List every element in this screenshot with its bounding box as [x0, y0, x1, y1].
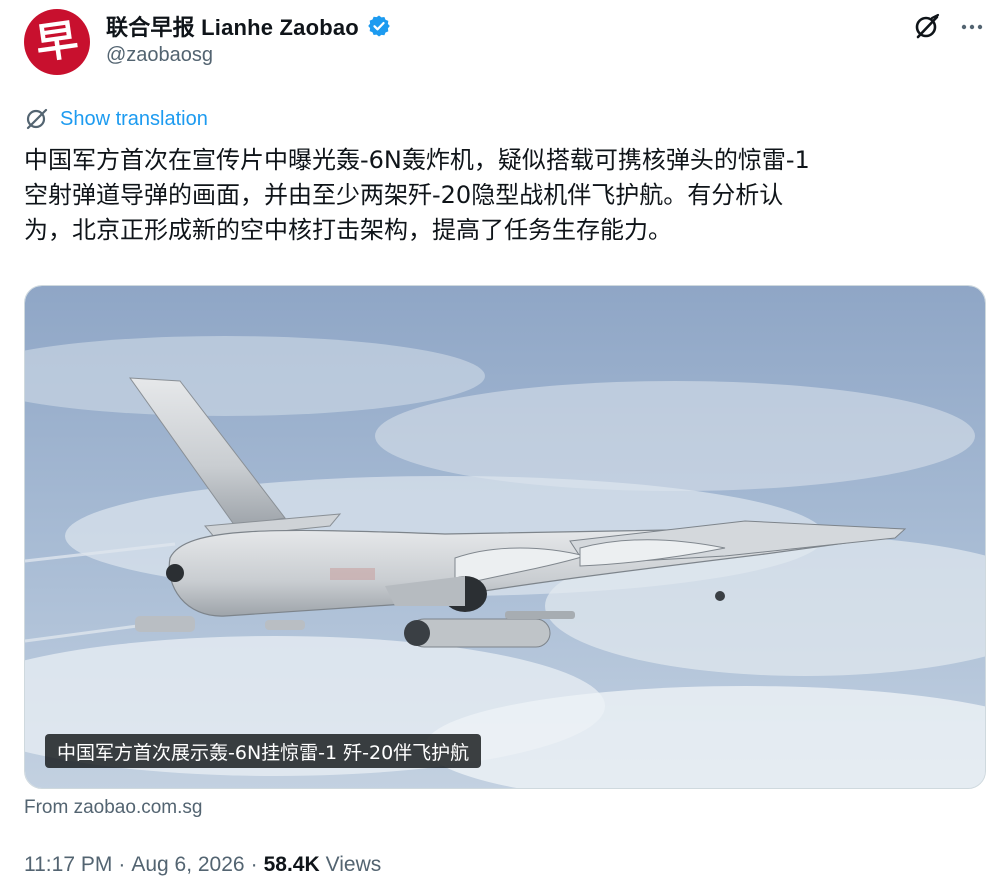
show-translation-link[interactable]: Show translation	[24, 106, 208, 132]
tweet-media-card[interactable]: 中国军方首次展示轰-6N挂惊雷-1 歼-20伴飞护航	[24, 285, 986, 789]
tweet-text: 中国军方首次在宣传片中曝光轰-6N轰炸机，疑似搭载可携核弹头的惊雷-1 空射弹道…	[24, 146, 810, 244]
tweet-time[interactable]: 11:17 PM	[24, 853, 112, 877]
bomber-aircraft-photo	[25, 286, 985, 788]
author-name-row: 联合早报 Lianhe Zaobao	[106, 9, 391, 43]
views-count: 58.4K	[263, 853, 320, 876]
views-label: Views	[325, 853, 382, 876]
verified-badge-icon[interactable]	[367, 14, 391, 38]
author-display-name[interactable]: 联合早报 Lianhe Zaobao	[106, 10, 359, 42]
show-translation-label: Show translation	[60, 107, 208, 130]
grok-button[interactable]	[908, 8, 946, 46]
meta-separator: ·	[250, 853, 258, 876]
link-source[interactable]: From zaobao.com.sg	[24, 797, 202, 819]
globe-icon	[26, 108, 48, 130]
avatar-logo-glyph: 早	[32, 14, 82, 69]
tweet-date[interactable]: Aug 6, 2026	[131, 853, 244, 877]
meta-separator: ·	[118, 853, 126, 876]
tweet-meta: 11:17 PM · Aug 6, 2026 · 58.4K Views	[24, 853, 381, 877]
more-options-button[interactable]	[953, 8, 991, 46]
more-icon	[961, 24, 983, 30]
grok-icon	[915, 13, 940, 39]
avatar[interactable]: 早	[24, 9, 90, 75]
author-handle[interactable]: @zaobaosg	[106, 44, 213, 67]
media-caption: 中国军方首次展示轰-6N挂惊雷-1 歼-20伴飞护航	[45, 734, 482, 768]
